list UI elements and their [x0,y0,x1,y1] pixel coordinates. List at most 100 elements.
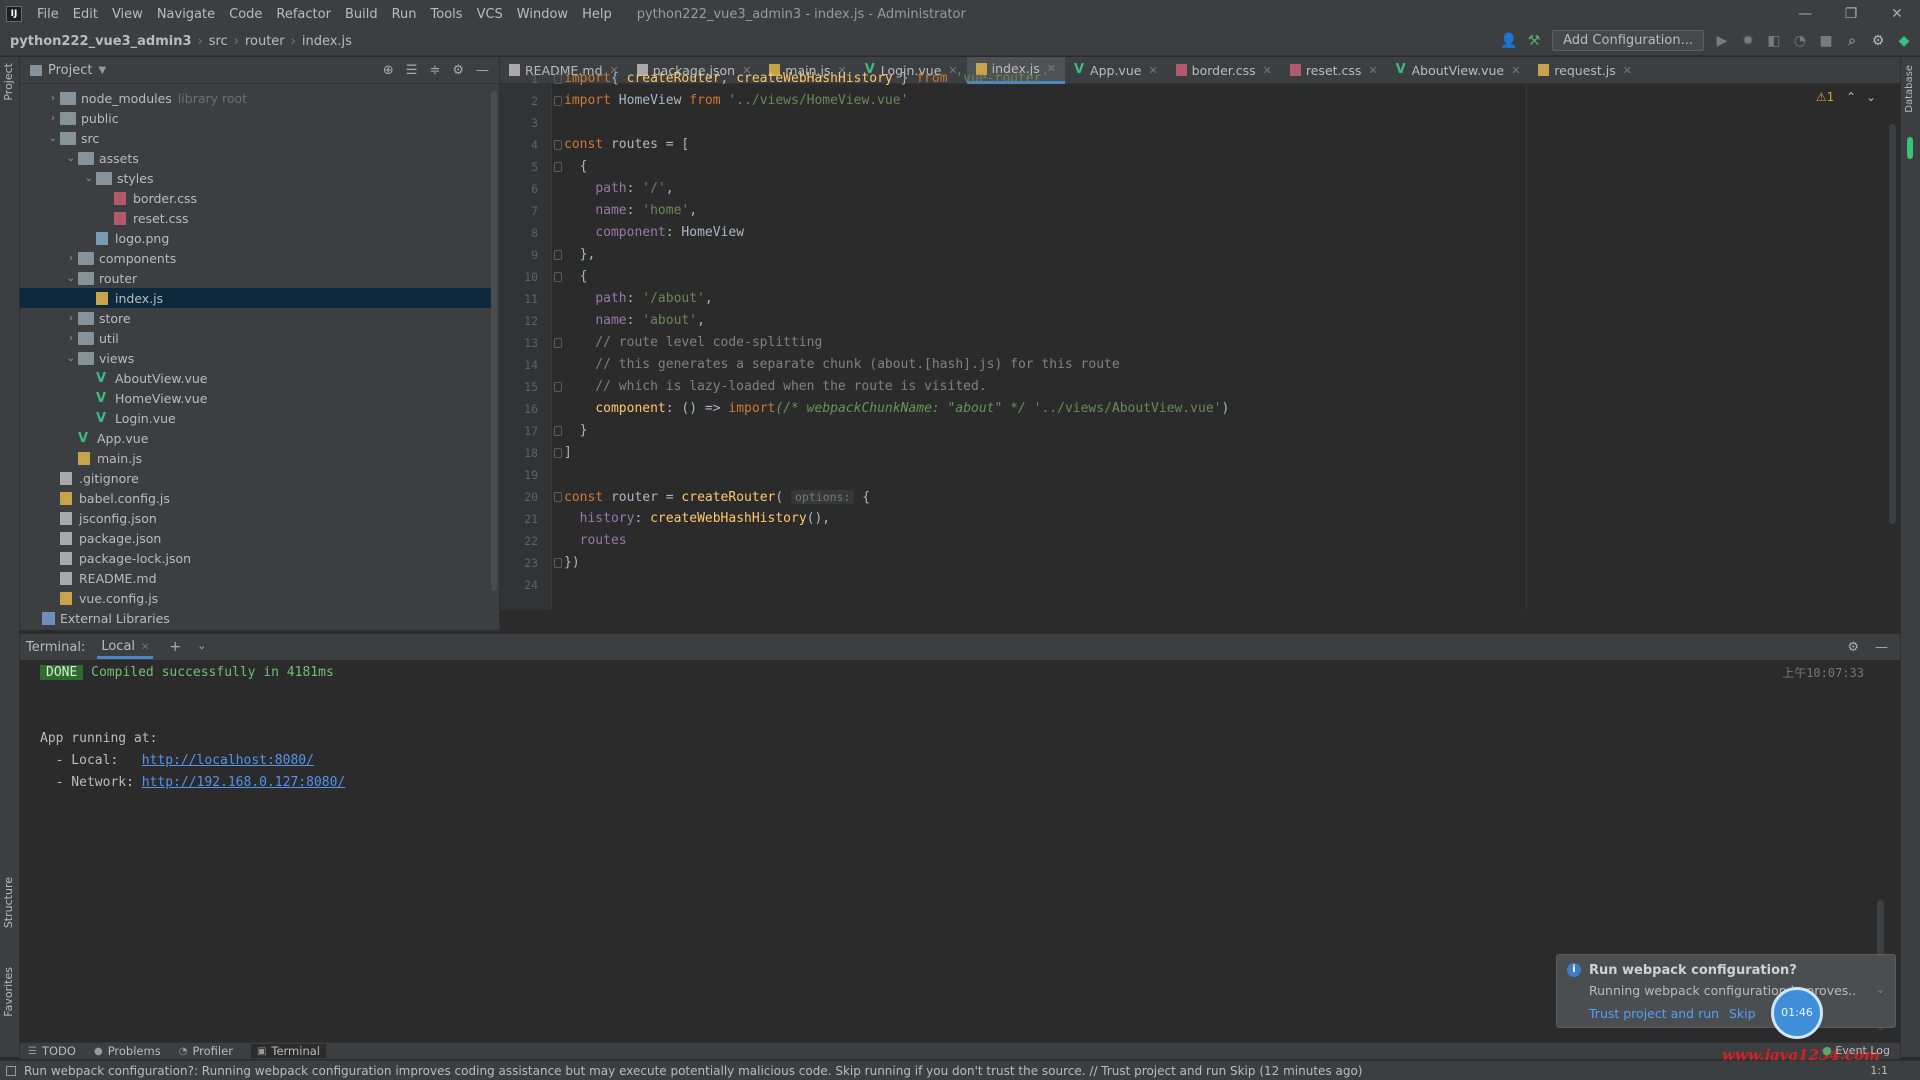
code-editor[interactable]: 1 2 3 4 5 6 7 8 9 10 11 12 13 14 15 16 17 18 19 20 21 22 23 24 … [500,71,1900,610]
fold-marker-icon[interactable] [554,272,562,282]
close-icon[interactable]: ✕ [1874,0,1920,28]
chevron-right-icon[interactable]: › [46,113,60,124]
hide-panel-icon[interactable]: — [476,63,489,78]
add-configuration-button[interactable]: Add Configuration... [1552,30,1704,51]
tree-item[interactable]: › node_modules library root [20,88,496,108]
tree-item[interactable]: reset.css [20,208,496,228]
breadcrumb-src[interactable]: src [205,34,232,49]
tree-item[interactable]: index.js [20,288,496,308]
close-icon[interactable]: ✕ [1148,64,1157,77]
fold-marker-icon[interactable] [554,96,562,106]
chevron-right-icon[interactable]: › [46,93,60,104]
tree-item[interactable]: jsconfig.json [20,508,496,528]
fold-marker-icon[interactable] [554,382,562,392]
code-line[interactable]: { [564,156,588,178]
favorites-side-tab[interactable]: Favorites [2,967,15,1017]
tree-item[interactable]: ⌄ views [20,348,496,368]
expand-all-icon[interactable]: ☰ [406,63,418,78]
code-line[interactable]: }) [564,552,580,574]
fold-marker-icon[interactable] [554,74,562,84]
tree-item[interactable]: babel.config.js [20,488,496,508]
code-line[interactable]: }, [564,244,596,266]
tree-item[interactable]: package-lock.json [20,548,496,568]
minimize-icon[interactable]: — [1782,0,1828,28]
menu-build[interactable]: Build [338,7,385,22]
settings-gear-icon[interactable]: ⚙ [1870,33,1886,49]
event-log-button[interactable]: ● Event Log [1822,1044,1890,1057]
fold-marker-icon[interactable] [554,558,562,568]
tree-item[interactable]: ⌄ src [20,128,496,148]
editor-tab[interactable]: V AboutView.vue ✕ [1387,57,1530,84]
editor-tab[interactable]: reset.css ✕ [1281,57,1387,84]
menu-view[interactable]: View [105,7,150,22]
editor-tab[interactable]: border.css ✕ [1167,57,1281,84]
fold-marker-icon[interactable] [554,140,562,150]
chevron-right-icon[interactable]: › [64,313,78,324]
code-line[interactable]: } [564,420,588,442]
inspection-widget[interactable]: ⚠1 ⌃ ⌄ [1816,90,1876,104]
locate-file-icon[interactable]: ⊕ [383,63,394,78]
breadcrumb-router[interactable]: router [241,34,289,49]
menu-window[interactable]: Window [510,7,575,22]
code-line[interactable]: ] [564,442,572,464]
tree-item[interactable]: ⌄ assets [20,148,496,168]
run-icon[interactable]: ▶ [1714,33,1730,49]
tree-item[interactable]: › util [20,328,496,348]
tree-item[interactable]: ⌄ styles [20,168,496,188]
tool-profiler[interactable]: ◔ Profiler [179,1044,233,1058]
editor-tab[interactable]: request.js ✕ [1529,57,1641,84]
tree-item[interactable]: V AboutView.vue [20,368,496,388]
terminal-tab-local[interactable]: Local ✕ [97,635,154,659]
code-line[interactable]: // route level code-splitting [564,332,822,354]
tree-item[interactable]: › public [20,108,496,128]
close-icon[interactable]: ✕ [1511,64,1520,77]
fold-marker-icon[interactable] [554,250,562,260]
close-icon[interactable]: ✕ [141,642,149,653]
menu-edit[interactable]: Edit [66,7,105,22]
toggle-tool-windows-icon[interactable] [6,1065,16,1076]
menu-refactor[interactable]: Refactor [269,7,338,22]
chevron-down-icon[interactable]: ⌄ [82,173,96,184]
code-line[interactable]: component: HomeView [564,222,744,244]
breadcrumb-file[interactable]: index.js [298,34,356,49]
menu-navigate[interactable]: Navigate [150,7,222,22]
chevron-down-icon[interactable]: ⌄ [64,153,78,164]
tree-item[interactable]: V Login.vue [20,408,496,428]
code-line[interactable]: { [564,266,588,288]
menu-tools[interactable]: Tools [424,7,470,22]
close-icon[interactable]: ✕ [1263,64,1272,77]
profile-icon[interactable]: ◔ [1792,33,1808,49]
chevron-down-icon[interactable]: ▼ [98,65,106,76]
tree-item[interactable]: logo.png [20,228,496,248]
skip-link[interactable]: Skip [1729,1006,1756,1021]
menu-help[interactable]: Help [575,7,619,22]
chevron-down-icon[interactable]: ⌄ [1866,90,1876,104]
code-line[interactable]: // this generates a separate chunk (abou… [564,354,1119,376]
tree-item[interactable]: main.js [20,448,496,468]
tool-problems[interactable]: ● Problems [94,1044,161,1058]
menu-vcs[interactable]: VCS [470,7,510,22]
code-line[interactable]: history: createWebHashHistory(), [564,508,830,530]
tree-item[interactable]: border.css [20,188,496,208]
menu-run[interactable]: Run [385,7,424,22]
tree-item[interactable]: .gitignore [20,468,496,488]
build-hammer-icon[interactable]: ⚒ [1526,33,1542,49]
tree-item[interactable]: › components [20,248,496,268]
fold-marker-icon[interactable] [554,338,562,348]
hide-panel-icon[interactable]: — [1875,640,1888,655]
code-line[interactable]: import{ createRouter, createWebHashHisto… [564,68,1049,90]
chevron-down-icon[interactable]: ⌄ [46,133,60,144]
tree-item[interactable]: V App.vue [20,428,496,448]
fold-marker-icon[interactable] [554,492,562,502]
coverage-icon[interactable]: ◧ [1766,33,1782,49]
chevron-up-icon[interactable]: ⌃ [1846,90,1856,104]
editor-tab[interactable]: V App.vue ✕ [1065,57,1167,84]
code-line[interactable]: // which is lazy-loaded when the route i… [564,376,986,398]
network-url-link[interactable]: http://192.168.0.127:8080/ [142,775,346,790]
fold-marker-icon[interactable] [554,448,562,458]
editor-scrollbar[interactable] [1889,124,1896,524]
code-line[interactable]: path: '/about', [564,288,712,310]
user-icon[interactable]: 👤 [1500,33,1517,49]
code-line[interactable]: routes [564,530,627,552]
chevron-down-icon[interactable]: ⌄ [64,353,78,364]
